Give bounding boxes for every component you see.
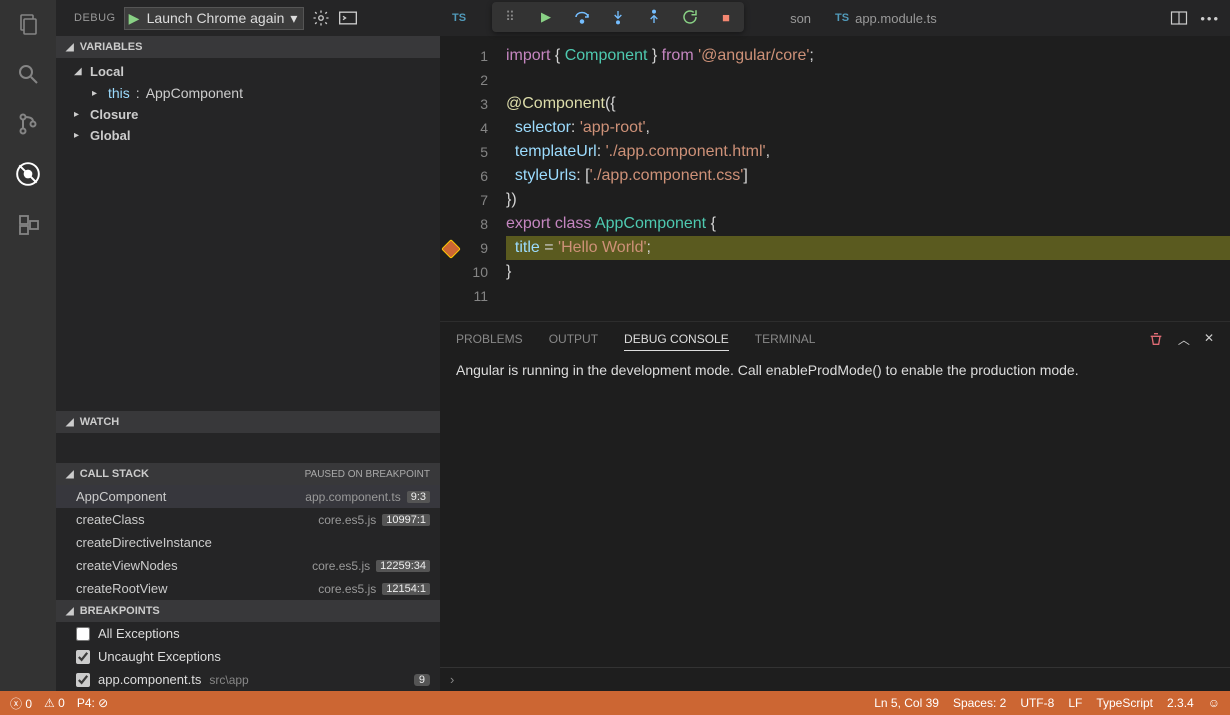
- extensions-icon[interactable]: [14, 210, 42, 238]
- breakpoint-item[interactable]: All Exceptions: [56, 622, 440, 645]
- debug-sidebar: DEBUG ▶ Launch Chrome again ▾ ◢ VARIABLE…: [56, 0, 440, 691]
- status-version[interactable]: 2.3.4: [1167, 696, 1194, 710]
- scope-closure[interactable]: ▸Closure: [74, 104, 440, 125]
- source-control-icon[interactable]: [14, 110, 42, 138]
- open-debug-console-icon[interactable]: [338, 10, 358, 26]
- variable-this[interactable]: ▸ this: AppComponent: [74, 82, 440, 104]
- breakpoint-item[interactable]: app.component.tssrc\app9: [56, 668, 440, 691]
- close-panel-icon[interactable]: ✕: [1204, 331, 1214, 348]
- launch-config-select[interactable]: ▶ Launch Chrome again ▾: [124, 7, 305, 30]
- feedback-icon[interactable]: ☺: [1208, 696, 1220, 710]
- scope-local[interactable]: ◢Local: [74, 61, 440, 82]
- clear-console-icon[interactable]: [1148, 331, 1164, 348]
- breakpoint-checkbox[interactable]: [76, 650, 90, 664]
- split-editor-icon[interactable]: [1170, 10, 1188, 26]
- debug-title: DEBUG: [74, 12, 116, 24]
- scope-global[interactable]: ▸Global: [74, 125, 440, 146]
- code-editor[interactable]: 1 2 3 4 5 6 7 8 9 10 11 import { Compone…: [440, 36, 1230, 321]
- callstack-frame[interactable]: AppComponentapp.component.ts9:3: [56, 485, 440, 508]
- debug-console-input[interactable]: ›: [440, 667, 1230, 691]
- tab-problems[interactable]: PROBLEMS: [456, 328, 523, 350]
- grip-icon[interactable]: ⠿: [500, 7, 520, 27]
- breakpoint-item[interactable]: Uncaught Exceptions: [56, 645, 440, 668]
- step-over-button[interactable]: [572, 7, 592, 27]
- debug-icon[interactable]: [14, 160, 42, 188]
- editor-area: TS ⠿ ▶ ■ son TSapp.module.ts ••• 1 2: [440, 0, 1230, 691]
- variables-body: ◢Local ▸ this: AppComponent ▸Closure ▸Gl…: [56, 58, 440, 150]
- chevron-down-icon: ◢: [66, 417, 74, 428]
- breakpoint-checkbox[interactable]: [76, 627, 90, 641]
- watch-section-header[interactable]: ◢ WATCH: [56, 411, 440, 433]
- stop-button[interactable]: ■: [716, 7, 736, 27]
- status-encoding[interactable]: UTF-8: [1020, 696, 1054, 710]
- play-icon: ▶: [129, 10, 140, 27]
- debug-toolbar[interactable]: ⠿ ▶ ■: [492, 2, 744, 32]
- status-spaces[interactable]: Spaces: 2: [953, 696, 1006, 710]
- callstack-frame[interactable]: createDirectiveInstance: [56, 531, 440, 554]
- debug-console-output[interactable]: Angular is running in the development mo…: [440, 356, 1230, 667]
- bottom-panel: PROBLEMS OUTPUT DEBUG CONSOLE TERMINAL ︿…: [440, 321, 1230, 691]
- tab-partial[interactable]: son: [778, 0, 823, 36]
- status-language[interactable]: TypeScript: [1096, 696, 1153, 710]
- callstack-frame[interactable]: createClasscore.es5.js10997:1: [56, 508, 440, 531]
- tab-hidden[interactable]: TS: [440, 0, 478, 36]
- status-warnings[interactable]: ⚠ 0: [44, 696, 65, 710]
- breakpoint-checkbox[interactable]: [76, 673, 90, 687]
- chevron-down-icon: ▾: [290, 10, 297, 27]
- continue-button[interactable]: ▶: [536, 7, 556, 27]
- callstack-section-header[interactable]: ◢ CALL STACK PAUSED ON BREAKPOINT: [56, 463, 440, 485]
- tab-debug-console[interactable]: DEBUG CONSOLE: [624, 328, 729, 351]
- chevron-down-icon: ◢: [66, 469, 74, 480]
- callstack-frame[interactable]: createViewNodescore.es5.js12259:34: [56, 554, 440, 577]
- step-into-button[interactable]: [608, 7, 628, 27]
- status-errors[interactable]: ⓧ 0: [10, 695, 32, 712]
- callstack-frame[interactable]: createRootViewcore.es5.js12154:1: [56, 577, 440, 600]
- callstack-body: AppComponentapp.component.ts9:3 createCl…: [56, 485, 440, 600]
- breakpoints-body: All Exceptions Uncaught Exceptions app.c…: [56, 622, 440, 691]
- tab-terminal[interactable]: TERMINAL: [755, 328, 816, 350]
- line-gutter: 1 2 3 4 5 6 7 8 9 10 11: [440, 36, 506, 321]
- tab-app-module[interactable]: TSapp.module.ts: [823, 0, 949, 36]
- chevron-down-icon: ◢: [66, 606, 74, 617]
- code-body[interactable]: import { Component } from '@angular/core…: [506, 36, 1230, 321]
- step-out-button[interactable]: [644, 7, 664, 27]
- explorer-icon[interactable]: [14, 10, 42, 38]
- status-bar: ⓧ 0 ⚠ 0 P4: ⊘ Ln 5, Col 39 Spaces: 2 UTF…: [0, 691, 1230, 715]
- status-cursor[interactable]: Ln 5, Col 39: [874, 696, 939, 710]
- watch-body: [56, 433, 440, 463]
- search-icon[interactable]: [14, 60, 42, 88]
- status-p4[interactable]: P4: ⊘: [77, 696, 108, 710]
- gear-icon[interactable]: [312, 9, 330, 27]
- tab-output[interactable]: OUTPUT: [549, 328, 598, 350]
- status-eol[interactable]: LF: [1068, 696, 1082, 710]
- breakpoints-section-header[interactable]: ◢ BREAKPOINTS: [56, 600, 440, 622]
- editor-tabs: TS ⠿ ▶ ■ son TSapp.module.ts •••: [440, 0, 1230, 36]
- more-icon[interactable]: •••: [1200, 11, 1220, 26]
- chevron-down-icon: ◢: [66, 42, 74, 53]
- debug-header: DEBUG ▶ Launch Chrome again ▾: [56, 0, 440, 36]
- variables-section-header[interactable]: ◢ VARIABLES: [56, 36, 440, 58]
- activity-bar: [0, 0, 56, 691]
- collapse-panel-icon[interactable]: ︿: [1178, 331, 1190, 348]
- panel-tabs: PROBLEMS OUTPUT DEBUG CONSOLE TERMINAL ︿…: [440, 322, 1230, 356]
- restart-button[interactable]: [680, 7, 700, 27]
